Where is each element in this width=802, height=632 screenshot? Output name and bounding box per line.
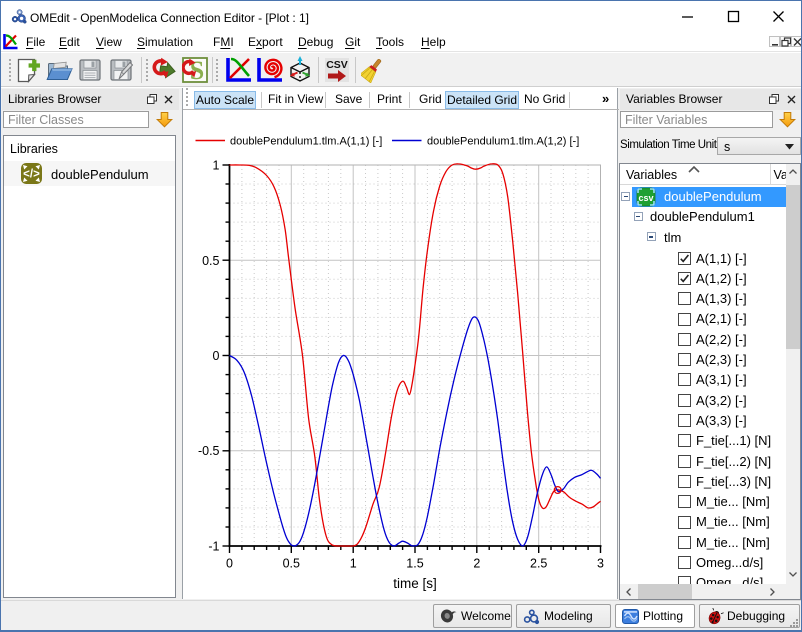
svg-text:1: 1 <box>350 557 357 571</box>
svg-text:2: 2 <box>473 557 480 571</box>
svg-text:</>: </> <box>23 168 40 180</box>
svg-text:CSV: CSV <box>326 59 348 71</box>
svg-text:time [s]: time [s] <box>393 576 437 591</box>
svg-text:doublePendulum1.tlm.A(1,1) [-]: doublePendulum1.tlm.A(1,1) [-] <box>230 136 382 148</box>
svg-text:3: 3 <box>597 557 604 571</box>
svg-text:csv: csv <box>638 193 653 203</box>
svg-text:0: 0 <box>226 557 233 571</box>
svg-text:doublePendulum1.tlm.A(1,2) [-]: doublePendulum1.tlm.A(1,2) [-] <box>427 136 579 148</box>
svg-text:0.5: 0.5 <box>283 557 300 571</box>
svg-text:1: 1 <box>213 159 220 173</box>
svg-text:0: 0 <box>213 349 220 363</box>
svg-text:-1: -1 <box>208 540 219 554</box>
svg-text:1.5: 1.5 <box>406 557 423 571</box>
svg-text:-0.5: -0.5 <box>198 444 220 458</box>
svg-text:0.5: 0.5 <box>202 254 219 268</box>
svg-text:2.5: 2.5 <box>530 557 547 571</box>
